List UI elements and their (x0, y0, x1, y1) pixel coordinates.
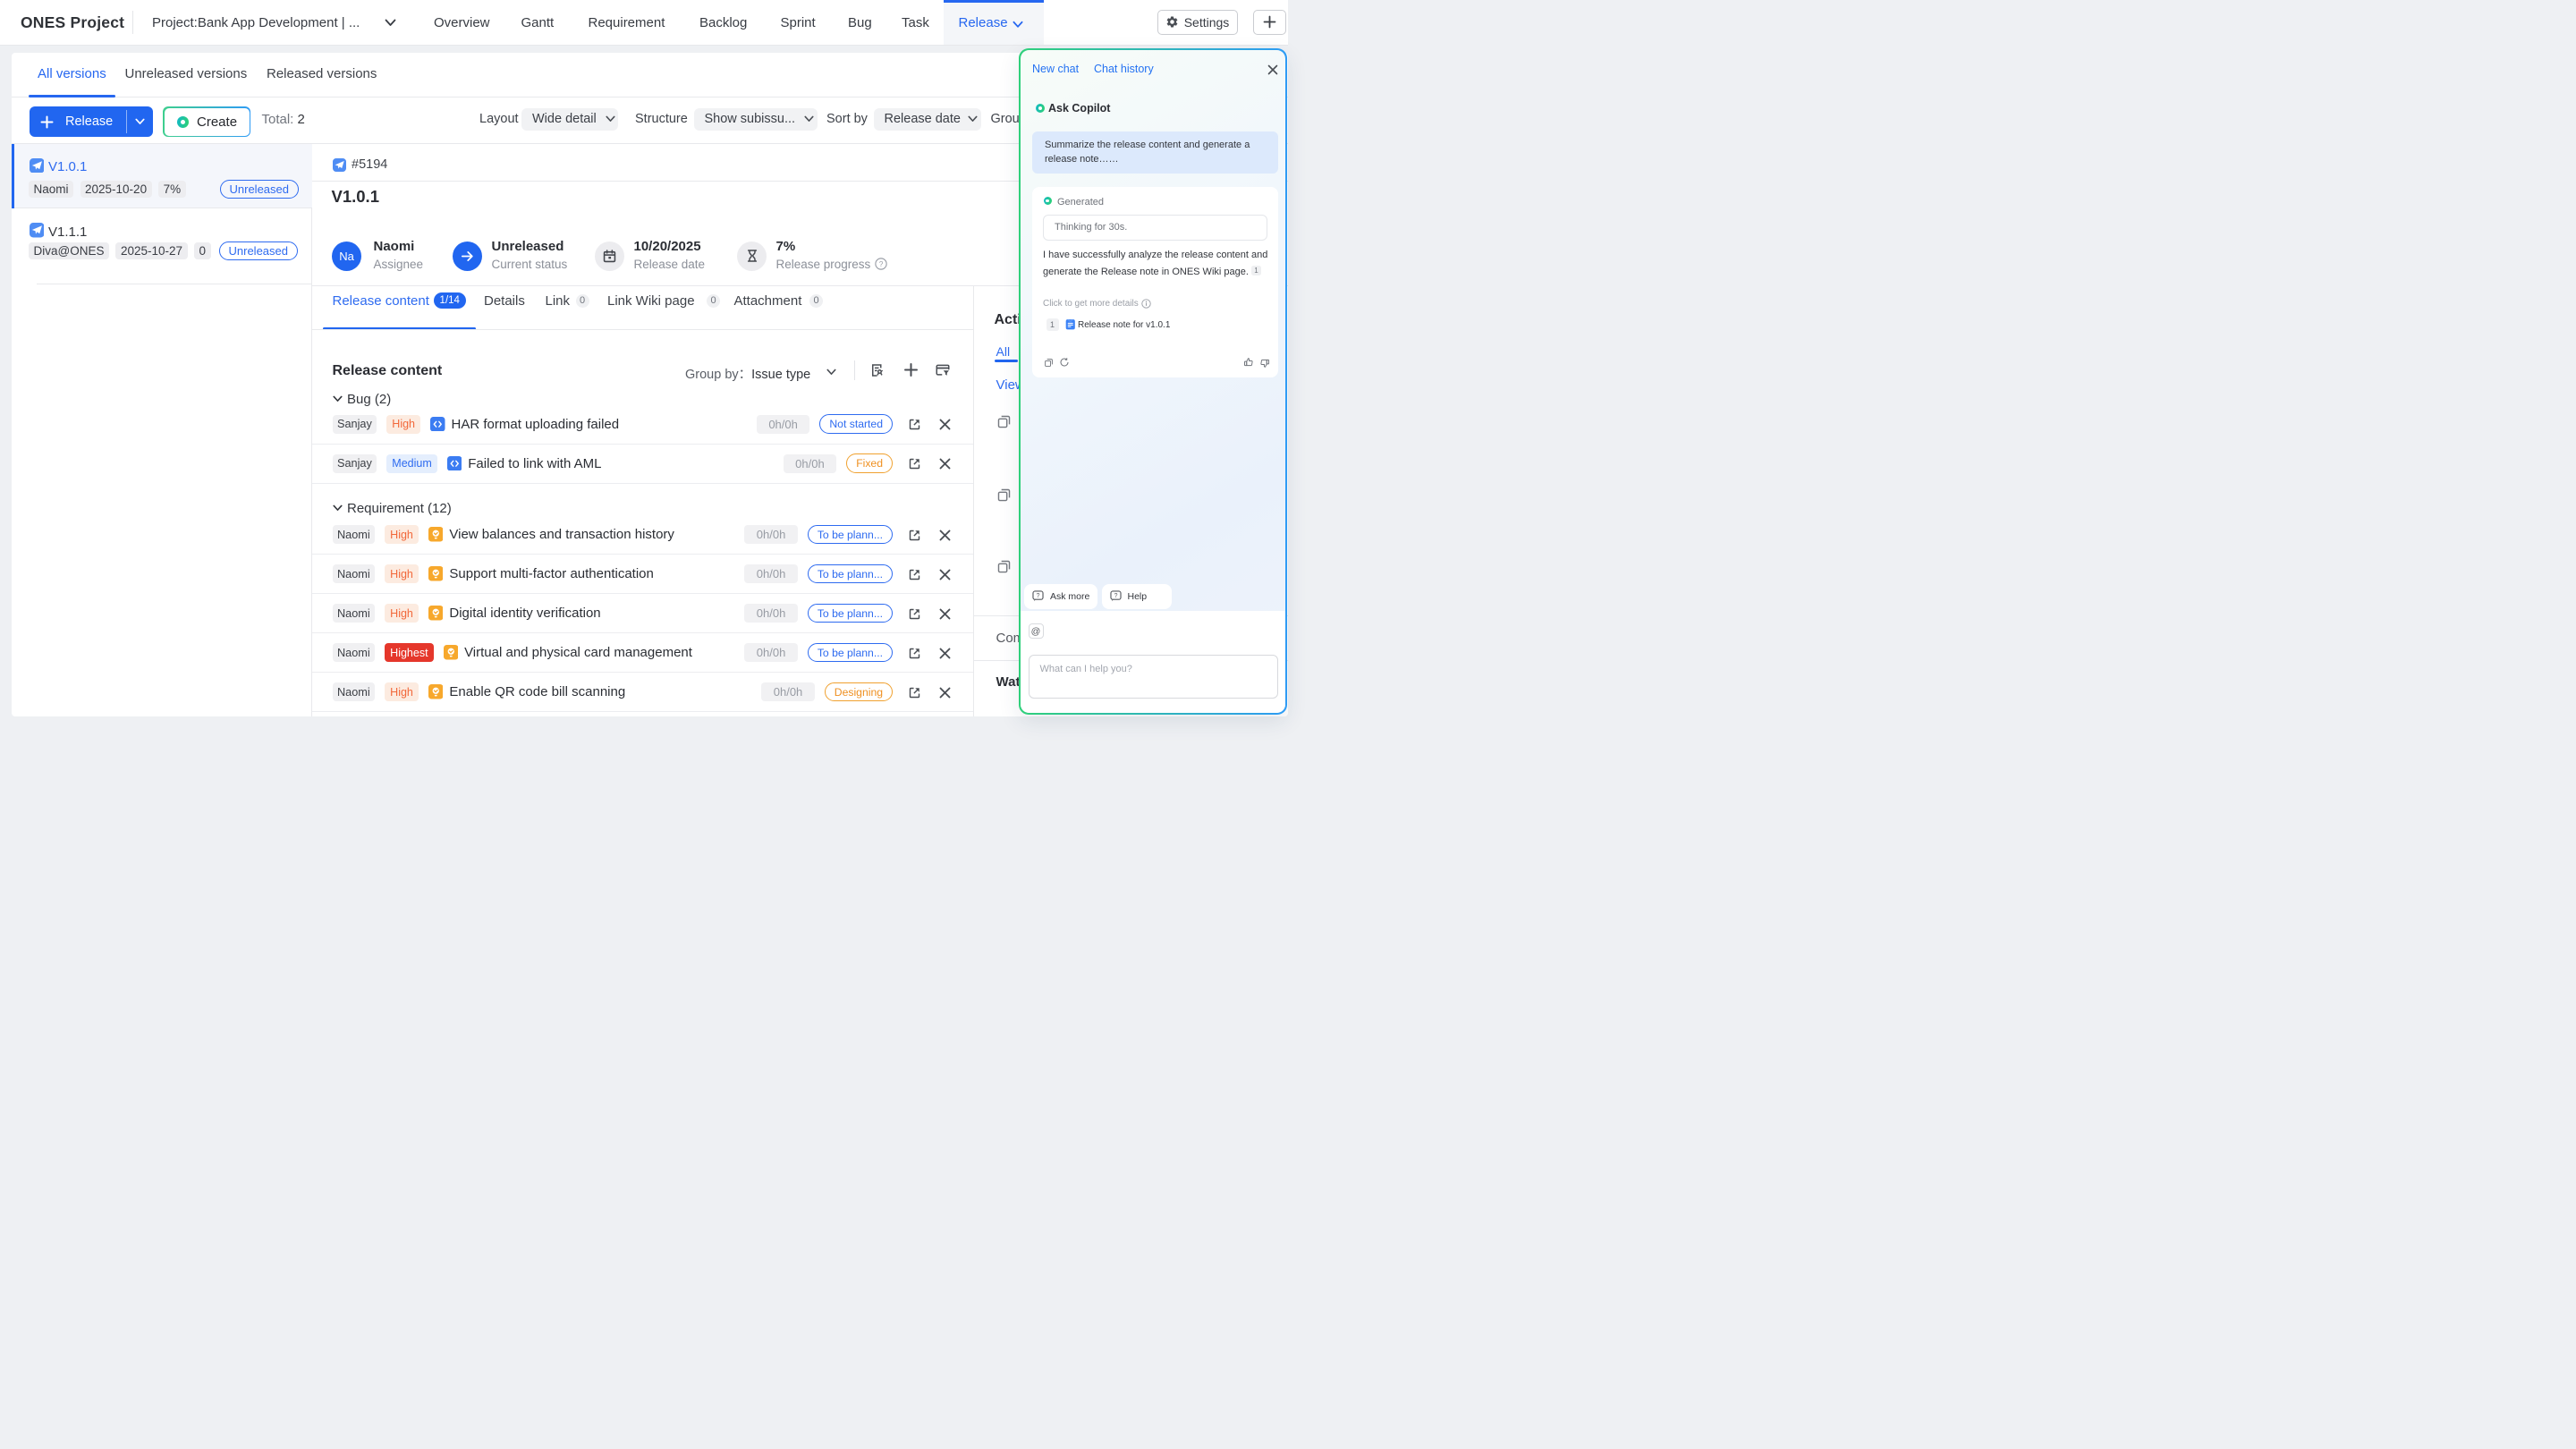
svg-text:?: ? (878, 259, 883, 268)
svg-text:?: ? (1037, 593, 1040, 599)
svg-text:?: ? (1114, 593, 1117, 599)
